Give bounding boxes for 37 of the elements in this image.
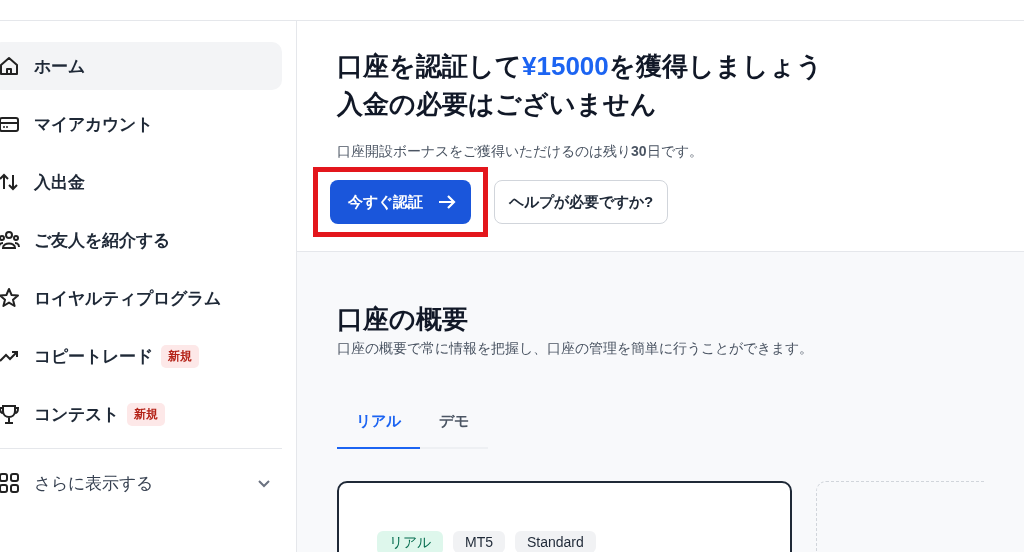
trophy-icon — [0, 403, 20, 425]
verify-now-button[interactable]: 今すぐ認証 — [330, 180, 471, 224]
sidebar-item-label: 入出金 — [34, 171, 85, 194]
sidebar-item[interactable]: コンテスト 新規 — [0, 390, 282, 438]
bonus-note: 口座開設ボーナスをご獲得いただけるのは残り30日です。 — [337, 143, 704, 161]
grid-icon — [0, 472, 20, 494]
sidebar-item-label: ホーム — [34, 55, 85, 78]
new-badge: 新規 — [161, 344, 199, 368]
star-icon — [0, 287, 20, 309]
sidebar-item[interactable]: コピートレード 新規 — [0, 332, 282, 380]
account-tag: リアル — [377, 531, 443, 552]
sidebar-item-label: マイアカウント — [34, 113, 153, 136]
account-tab[interactable]: リアル — [337, 398, 420, 449]
people-icon — [0, 229, 20, 251]
help-button[interactable]: ヘルプが必要ですか? — [494, 180, 669, 224]
sidebar-item[interactable]: 入出金 — [0, 158, 282, 206]
promo-heading: 口座を認証して¥15000を獲得しましょう — [337, 50, 824, 83]
house-icon — [0, 55, 20, 77]
sidebar-item-label: コピートレード — [34, 345, 153, 368]
section-title: 口座の概要 — [337, 303, 469, 336]
sidebar-item-label: コンテスト — [34, 403, 119, 426]
account-card[interactable]: リアル MT5 Standard — [337, 481, 792, 552]
arrows-icon — [0, 171, 20, 193]
sidebar-item-label: ロイヤルティプログラム — [34, 287, 221, 310]
show-more-label: さらに表示する — [34, 472, 154, 495]
sidebar-item[interactable]: マイアカウント — [0, 100, 282, 148]
sidebar-item[interactable]: ロイヤルティプログラム — [0, 274, 282, 322]
sidebar-item[interactable]: ホーム — [0, 42, 282, 90]
account-tab[interactable]: デモ — [420, 398, 488, 449]
account-tag: Standard — [515, 531, 596, 552]
section-subtitle: 口座の概要で常に情報を把握し、口座の管理を簡単に行うことができます。 — [337, 340, 814, 358]
account-tag: MT5 — [453, 531, 505, 552]
promo-subheading: 入金の必要はございません — [337, 88, 658, 121]
sidebar-item[interactable]: ご友人を紹介する — [0, 216, 282, 264]
sidebar-item-label: ご友人を紹介する — [34, 229, 170, 252]
new-badge: 新規 — [127, 402, 165, 426]
show-more-item[interactable]: さらに表示する — [0, 459, 282, 507]
